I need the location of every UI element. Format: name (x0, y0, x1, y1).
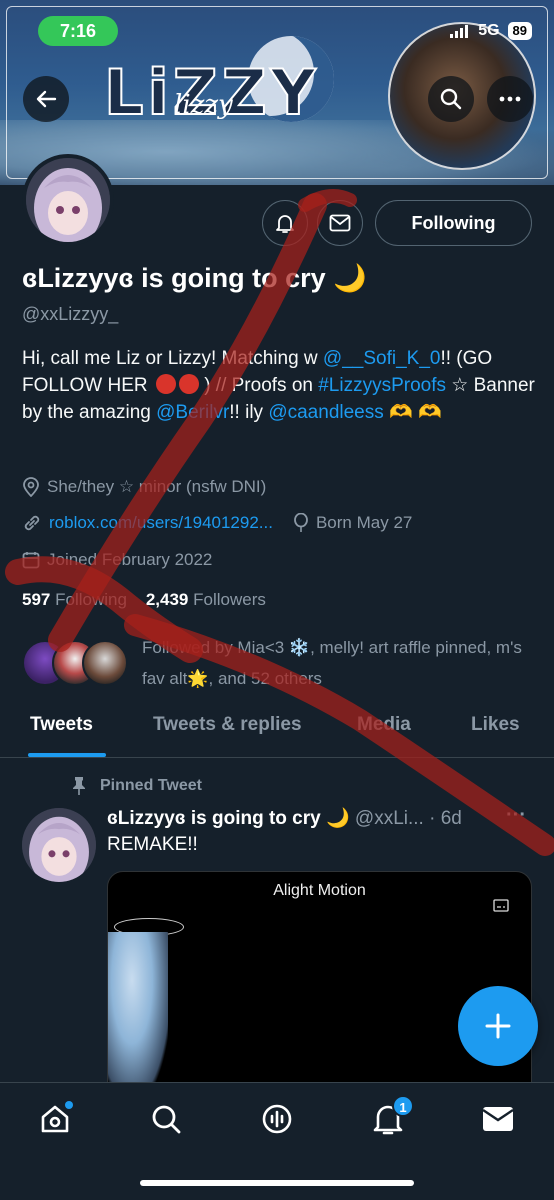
media-caption-icon (493, 899, 509, 912)
bio-text: ) // Proofs on (204, 375, 319, 396)
tweet-author-handle: @xxLi... · 6d (354, 808, 462, 829)
tweet-header: ɞLizzyyɞ is going to cry 🌙 @xxLi... · 6d (107, 806, 462, 830)
signal-icon (450, 25, 469, 38)
bio-mention-sofi[interactable]: @__Sofi_K_0 (323, 348, 441, 369)
active-tab-indicator (28, 753, 106, 757)
calendar-icon (22, 552, 40, 569)
links-row: roblox.com/users/19401292... Born May 27 (22, 513, 412, 533)
pin-icon (73, 777, 85, 795)
avatar-art (26, 158, 110, 242)
back-button[interactable] (23, 76, 69, 122)
nav-notifications[interactable]: 1 (368, 1095, 414, 1139)
tweet-text: REMAKE!! (107, 834, 198, 855)
following-button[interactable]: Following (375, 200, 532, 246)
tab-tweets[interactable]: Tweets (30, 714, 93, 736)
bell-add-icon (276, 215, 294, 233)
joined-text: Joined February 2022 (47, 550, 213, 569)
spaces-microphone-icon (262, 1104, 292, 1134)
tweet-more-button[interactable]: ··· (506, 804, 526, 827)
compose-tweet-button[interactable] (458, 986, 538, 1066)
following-label: Following (55, 590, 127, 609)
plus-icon (485, 1013, 511, 1039)
birthday-text: Born May 27 (315, 513, 413, 532)
back-arrow-icon (36, 90, 57, 108)
search-button[interactable] (428, 76, 474, 122)
followed-by-text: Followed by Mia<3 ❄️, melly! art raffle … (142, 638, 522, 688)
more-options-button[interactable] (487, 76, 533, 122)
heart-hands-emoji: 🫶 🫶 (389, 402, 442, 423)
avatar-art (22, 808, 96, 882)
nav-search[interactable] (146, 1099, 186, 1139)
message-button[interactable] (317, 200, 363, 246)
bio-text: !! ily (229, 402, 269, 423)
profile-avatar[interactable] (22, 154, 114, 246)
pinned-label: Pinned Tweet (100, 777, 202, 794)
followers-label: Followers (193, 590, 266, 609)
nav-messages[interactable] (478, 1099, 518, 1139)
pronouns-row: She/they ☆ minor (nsfw DNI) (22, 477, 266, 497)
search-icon (440, 88, 462, 110)
followers-count: 2,439 (145, 590, 189, 609)
envelope-icon (482, 1107, 514, 1131)
status-time: 7:16 (38, 16, 118, 46)
pinned-label-row: Pinned Tweet (72, 776, 202, 796)
tweet-author-avatar[interactable] (22, 808, 96, 882)
search-icon (152, 1105, 181, 1134)
angry-emoji-icon (178, 374, 199, 394)
more-dots-icon (499, 96, 521, 102)
pronouns-text: She/they ☆ minor (nsfw DNI) (47, 477, 267, 496)
follow-counts: 597 Following 2,439 Followers (22, 590, 266, 610)
notify-bell-button[interactable] (262, 200, 308, 246)
nav-spaces[interactable] (257, 1099, 297, 1139)
envelope-icon (329, 214, 351, 232)
home-unread-dot (65, 1101, 73, 1109)
follower-avatar (82, 640, 128, 686)
following-count: 597 (22, 590, 51, 609)
tab-tweets-replies[interactable]: Tweets & replies (153, 714, 302, 736)
nav-home[interactable] (35, 1099, 75, 1139)
network-type: 5G (478, 22, 500, 39)
followed-by-row[interactable]: Followed by Mia<3 ❄️, melly! art raffle … (22, 632, 537, 692)
balloon-icon (294, 513, 308, 532)
bio-hashtag-proofs[interactable]: #LizzyysProofs (318, 375, 446, 396)
bio-mention-caandleess[interactable]: @caandleess (268, 402, 383, 423)
media-watermark-title: Alight Motion (273, 882, 366, 899)
notification-badge: 1 (392, 1095, 414, 1117)
angry-emoji-icon (155, 374, 176, 394)
location-pin-icon (23, 477, 39, 497)
joined-row: Joined February 2022 (22, 550, 212, 570)
media-character-art (108, 932, 168, 1082)
website-link[interactable]: roblox.com/users/19401292... (49, 513, 273, 533)
following-count-link[interactable]: 597 Following (22, 590, 127, 609)
profile-bio: Hi, call me Liz or Lizzy! Matching w @__… (22, 345, 537, 426)
tab-likes[interactable]: Likes (471, 714, 520, 736)
display-name: ɞLizzyyɞ is going to cry 🌙 (22, 263, 367, 293)
bio-text: Hi, call me Liz or Lizzy! Matching w (22, 348, 323, 369)
profile-tabs: Tweets Tweets & replies Media Likes (0, 700, 554, 758)
battery-indicator: 89 (507, 22, 532, 40)
status-right: 5G 89 (450, 22, 532, 40)
home-indicator-bar (140, 1180, 414, 1186)
link-icon (24, 515, 40, 531)
tweet-author-name[interactable]: ɞLizzyyɞ is going to cry 🌙 (107, 808, 350, 829)
bio-mention-berilvr[interactable]: @Berilvr (156, 402, 229, 423)
followers-count-link[interactable]: 2,439 Followers (146, 590, 266, 609)
user-handle: @xxLizzyy_ (22, 304, 119, 324)
tab-media[interactable]: Media (357, 714, 411, 736)
